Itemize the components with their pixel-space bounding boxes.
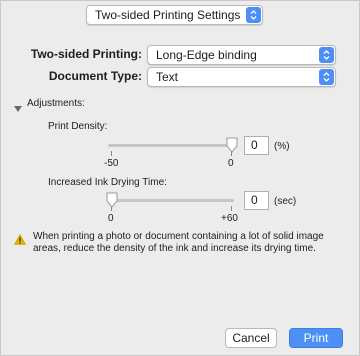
up-down-chevron-icon bbox=[319, 47, 334, 63]
two-sided-printing-value: Long-Edge binding bbox=[156, 48, 257, 62]
print-density-input[interactable]: 0 bbox=[244, 136, 269, 155]
drying-time-max-label: +60 bbox=[221, 213, 238, 224]
disclosure-triangle-icon[interactable] bbox=[14, 100, 22, 118]
adjustments-label: Adjustments: bbox=[27, 98, 85, 109]
document-type-label: Document Type: bbox=[48, 69, 142, 83]
two-sided-printing-label: Two-sided Printing: bbox=[30, 47, 142, 61]
document-type-value: Text bbox=[156, 70, 179, 84]
cancel-button[interactable]: Cancel bbox=[225, 328, 277, 348]
drying-time-input[interactable]: 0 bbox=[244, 191, 269, 210]
drying-time-label: Increased Ink Drying Time: bbox=[48, 177, 167, 188]
print-density-min-label: -50 bbox=[104, 158, 119, 169]
print-density-slider-thumb[interactable] bbox=[226, 137, 238, 158]
settings-panel-select-value: Two-sided Printing Settings bbox=[95, 8, 241, 22]
drying-time-tick-max bbox=[231, 206, 232, 211]
two-sided-printing-select[interactable]: Long-Edge binding bbox=[147, 45, 336, 65]
print-density-slider-track[interactable] bbox=[108, 144, 234, 147]
print-density-label: Print Density: bbox=[48, 121, 108, 132]
document-type-select[interactable]: Text bbox=[147, 67, 336, 87]
drying-time-unit: (sec) bbox=[274, 196, 297, 207]
print-density-unit: (%) bbox=[274, 141, 290, 152]
print-button[interactable]: Print bbox=[289, 328, 343, 348]
up-down-chevron-icon bbox=[319, 69, 334, 85]
warning-line-1: When printing a photo or document contai… bbox=[33, 231, 324, 242]
warning-line-2: areas, reduce the density of the ink and… bbox=[33, 243, 316, 254]
drying-time-slider-track[interactable] bbox=[108, 199, 234, 202]
print-density-tick-min bbox=[111, 151, 112, 156]
warning-icon bbox=[13, 232, 27, 250]
drying-time-min-label: 0 bbox=[108, 213, 114, 224]
warning-message: When printing a photo or document contai… bbox=[33, 231, 324, 255]
up-down-chevron-icon bbox=[246, 7, 261, 23]
settings-panel-select[interactable]: Two-sided Printing Settings bbox=[86, 5, 263, 25]
drying-time-slider-thumb[interactable] bbox=[106, 192, 118, 213]
printing-settings-dialog: Two-sided Printing Settings Two-sided Pr… bbox=[0, 0, 360, 356]
print-density-max-label: 0 bbox=[228, 158, 234, 169]
